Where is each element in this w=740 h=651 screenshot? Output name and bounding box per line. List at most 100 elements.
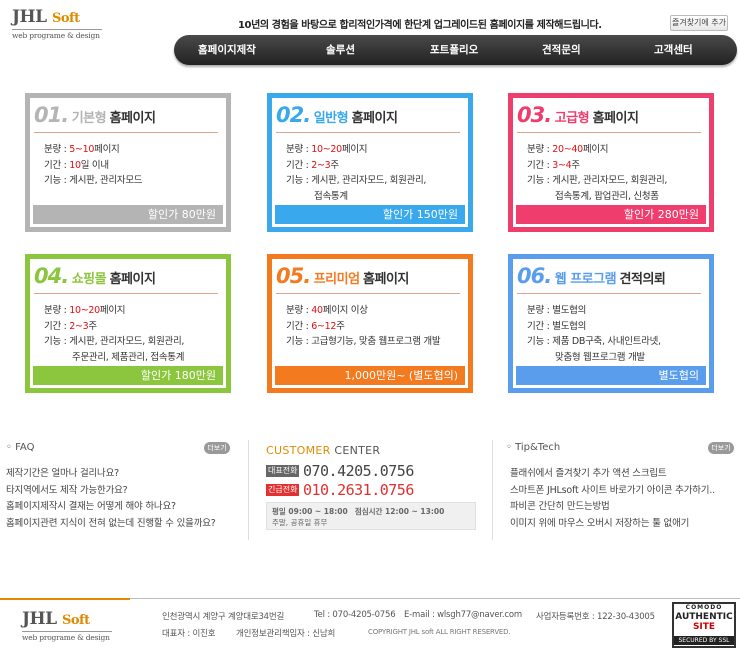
plan-number: 02. bbox=[276, 103, 311, 127]
plan-number: 03. bbox=[517, 103, 552, 127]
plan-title: 01. 기본형 홈페이지 bbox=[34, 103, 218, 133]
urgent-phone-tag: 긴급전화 bbox=[266, 484, 300, 496]
plan-label: 견적의뢰 bbox=[619, 272, 666, 287]
tip-item[interactable]: 이미지 위에 마우스 오버시 저장하는 툴 없애기 bbox=[510, 516, 715, 533]
plan-row: 분량 : 별도협의 bbox=[527, 305, 587, 316]
tip-more-button[interactable]: 더보기 bbox=[708, 442, 734, 454]
faq-item[interactable]: 제작기간은 얼마나 걸리나요? bbox=[6, 466, 216, 483]
divider bbox=[248, 440, 249, 540]
plan-label: 홈페이지 bbox=[592, 111, 639, 126]
plan-card-standard[interactable]: 02. 일반형 홈페이지 분량 : 10~20페이지 기간 : 2~3주 기능 … bbox=[267, 93, 473, 232]
tip-section: ◦ Tip&Tech bbox=[506, 442, 560, 453]
plan-title: 04. 쇼핑몰 홈페이지 bbox=[34, 264, 218, 294]
plan-details: 분량 : 20~40페이지 기간 : 3~4주 기능 : 게시판, 관리자모드,… bbox=[527, 142, 667, 204]
plan-price: 할인가 280만원 bbox=[516, 205, 706, 224]
plan-row: 기능 : 게시판, 관리자모드, 회원관리, 접속통계, 팝업관리, 신청폼 bbox=[527, 175, 668, 202]
slogan: 10년의 경험을 바탕으로 합리적인가격에 한단계 업그레이드된 홈페이지를 제… bbox=[238, 20, 602, 31]
plan-price: 1,000만원~ (별도협의) bbox=[275, 366, 465, 385]
plan-card-advanced[interactable]: 03. 고급형 홈페이지 분량 : 20~40페이지 기간 : 3~4주 기능 … bbox=[508, 93, 714, 232]
footer-email: E-mail : wlsgh77@naver.com bbox=[404, 610, 522, 620]
faq-more-button[interactable]: 더보기 bbox=[204, 442, 230, 454]
faq-item[interactable]: 홈페이지제작시 결재는 어떻게 해야 하나요? bbox=[6, 499, 216, 516]
plan-row: 기능 : 고급형기능, 맞춤 웹프로그램 개발 bbox=[286, 336, 441, 347]
plan-details: 분량 : 5~10페이지 기간 : 10일 이내 기능 : 게시판, 관리자모드 bbox=[44, 142, 143, 189]
plan-type: 프리미엄 bbox=[313, 272, 360, 287]
faq-item[interactable]: 타지역에서도 제작 가능한가요? bbox=[6, 483, 216, 500]
plan-number: 04. bbox=[34, 264, 69, 288]
plan-price: 할인가 150만원 bbox=[275, 205, 465, 224]
rep-phone-tag: 대표전화 bbox=[266, 465, 300, 477]
plan-details: 분량 : 별도협의 기간 : 별도협의 기능 : 제품 DB구축, 사내인트라넷… bbox=[527, 303, 661, 365]
plan-row: 분량 : 5~10페이지 bbox=[44, 144, 120, 155]
plan-type: 쇼핑몰 bbox=[71, 272, 107, 287]
ssl-seal[interactable]: COMODO AUTHENTIC SITE SECURED BY SSL bbox=[672, 602, 736, 648]
urgent-phone-row: 긴급전화 010.2631.0756 bbox=[266, 481, 414, 499]
rep-phone-row: 대표전화 070.4205.0756 bbox=[266, 462, 414, 480]
nav-item-support[interactable]: 고객센터 bbox=[654, 35, 693, 65]
faq-section: ◦ FAQ bbox=[6, 442, 34, 453]
footer-logo: JHL Soft web programe & design bbox=[22, 610, 112, 642]
tip-item[interactable]: 스마트폰 JHLsoft 사이트 바로가기 아이콘 추가하기.. bbox=[510, 483, 715, 500]
logo-text: JHL Soft bbox=[12, 7, 80, 27]
nav-item-homepage[interactable]: 홈페이지제작 bbox=[198, 35, 256, 65]
nav-item-portfolio[interactable]: 포트폴리오 bbox=[430, 35, 478, 65]
faq-item[interactable]: 홈페이지관련 지식이 전혀 없는데 진행할 수 있을까요? bbox=[6, 516, 216, 533]
plan-row: 분량 : 10~20페이지 bbox=[44, 305, 126, 316]
business-hours: 평일 09:00 ~ 18:00 점심시간 12:00 ~ 13:00 주말, … bbox=[266, 502, 476, 530]
footer-copyright: COPYRIGHT JHL soft ALL RIGHT RESERVED. bbox=[368, 628, 511, 636]
footer-privacy: 개인정보관리책임자 : 신남희 bbox=[236, 629, 336, 639]
tip-item[interactable]: 플래쉬에서 즐겨찾기 추가 액션 스크립트 bbox=[510, 466, 715, 483]
footer-bizno: 사업자등록번호 : 122-30-43005 bbox=[536, 612, 655, 622]
plan-title: 03. 고급형 홈페이지 bbox=[517, 103, 701, 133]
plan-row: 기간 : 2~3주 bbox=[44, 320, 97, 332]
footer-tel: Tel : 070-4205-0756 bbox=[314, 610, 396, 620]
plan-number: 06. bbox=[517, 264, 552, 288]
plan-label: 홈페이지 bbox=[109, 272, 156, 287]
plan-title: 02. 일반형 홈페이지 bbox=[276, 103, 460, 133]
plan-row: 기능 : 제품 DB구축, 사내인트라넷, 맞춤형 웹프로그램 개발 bbox=[527, 336, 661, 363]
nav-item-estimate[interactable]: 견적문의 bbox=[542, 35, 581, 65]
plan-row: 기간 : 3~4주 bbox=[527, 159, 580, 171]
plan-row: 분량 : 20~40페이지 bbox=[527, 144, 609, 155]
plan-price: 할인가 180만원 bbox=[33, 366, 223, 385]
urgent-phone: 010.2631.0756 bbox=[302, 481, 414, 499]
plan-label: 홈페이지 bbox=[363, 272, 409, 287]
add-favorite-button[interactable]: 즐겨찾기에 추가 bbox=[670, 15, 728, 31]
plan-type: 웹 프로그램 bbox=[554, 272, 617, 287]
plan-title: 06. 웹 프로그램 견적의뢰 bbox=[517, 264, 701, 294]
divider bbox=[492, 440, 493, 540]
plan-row: 기간 : 10일 이내 bbox=[44, 159, 109, 171]
plan-title: 05. 프리미엄 홈페이지 bbox=[276, 264, 460, 294]
plan-card-webprogram[interactable]: 06. 웹 프로그램 견적의뢰 분량 : 별도협의 기간 : 별도협의 기능 :… bbox=[508, 254, 714, 393]
logo[interactable]: JHL Soft web programe & design bbox=[12, 8, 102, 40]
plan-type: 일반형 bbox=[313, 111, 349, 126]
plan-row: 기간 : 별도협의 bbox=[527, 320, 587, 332]
plan-card-premium[interactable]: 05. 프리미엄 홈페이지 분량 : 40페이지 이상 기간 : 6~12주 기… bbox=[267, 254, 473, 393]
plan-type: 기본형 bbox=[71, 111, 107, 126]
faq-list: 제작기간은 얼마나 걸리나요? 타지역에서도 제작 가능한가요? 홈페이지제작시… bbox=[6, 466, 216, 532]
plan-number: 05. bbox=[276, 264, 311, 288]
plan-card-shopping[interactable]: 04. 쇼핑몰 홈페이지 분량 : 10~20페이지 기간 : 2~3주 기능 … bbox=[25, 254, 231, 393]
plan-row: 기간 : 6~12주 bbox=[286, 320, 345, 332]
tip-item[interactable]: 파비콘 간단히 만드는방법 bbox=[510, 499, 715, 516]
plan-row: 분량 : 10~20페이지 bbox=[286, 144, 368, 155]
logo-tagline: web programe & design bbox=[12, 29, 102, 40]
footer-ceo: 대표자 : 이진호 bbox=[162, 629, 216, 639]
plan-row: 기능 : 게시판, 관리자모드 bbox=[44, 175, 143, 186]
plan-details: 분량 : 10~20페이지 기간 : 2~3주 기능 : 게시판, 관리자모드,… bbox=[44, 303, 184, 365]
main-nav: 홈페이지제작 솔루션 포트폴리오 견적문의 고객센터 bbox=[174, 35, 737, 65]
plan-label: 홈페이지 bbox=[109, 111, 156, 126]
plan-row: 분량 : 40페이지 이상 bbox=[286, 305, 368, 316]
tip-title: ◦ Tip&Tech bbox=[506, 442, 561, 453]
plan-row: 기능 : 게시판, 관리자모드, 회원관리, 접속통계 bbox=[286, 175, 427, 202]
plan-price: 별도협의 bbox=[516, 366, 706, 385]
footer-line bbox=[130, 598, 740, 599]
faq-title: ◦ FAQ bbox=[6, 442, 35, 453]
nav-item-solution[interactable]: 솔루션 bbox=[326, 35, 355, 65]
plan-number: 01. bbox=[34, 103, 69, 127]
footer-accent-line bbox=[0, 598, 130, 600]
rep-phone: 070.4205.0756 bbox=[302, 462, 414, 480]
tip-list: 플래쉬에서 즐겨찾기 추가 액션 스크립트 스마트폰 JHLsoft 사이트 바… bbox=[510, 466, 715, 532]
plan-card-basic[interactable]: 01. 기본형 홈페이지 분량 : 5~10페이지 기간 : 10일 이내 기능… bbox=[25, 93, 231, 232]
plan-details: 분량 : 10~20페이지 기간 : 2~3주 기능 : 게시판, 관리자모드,… bbox=[286, 142, 426, 204]
